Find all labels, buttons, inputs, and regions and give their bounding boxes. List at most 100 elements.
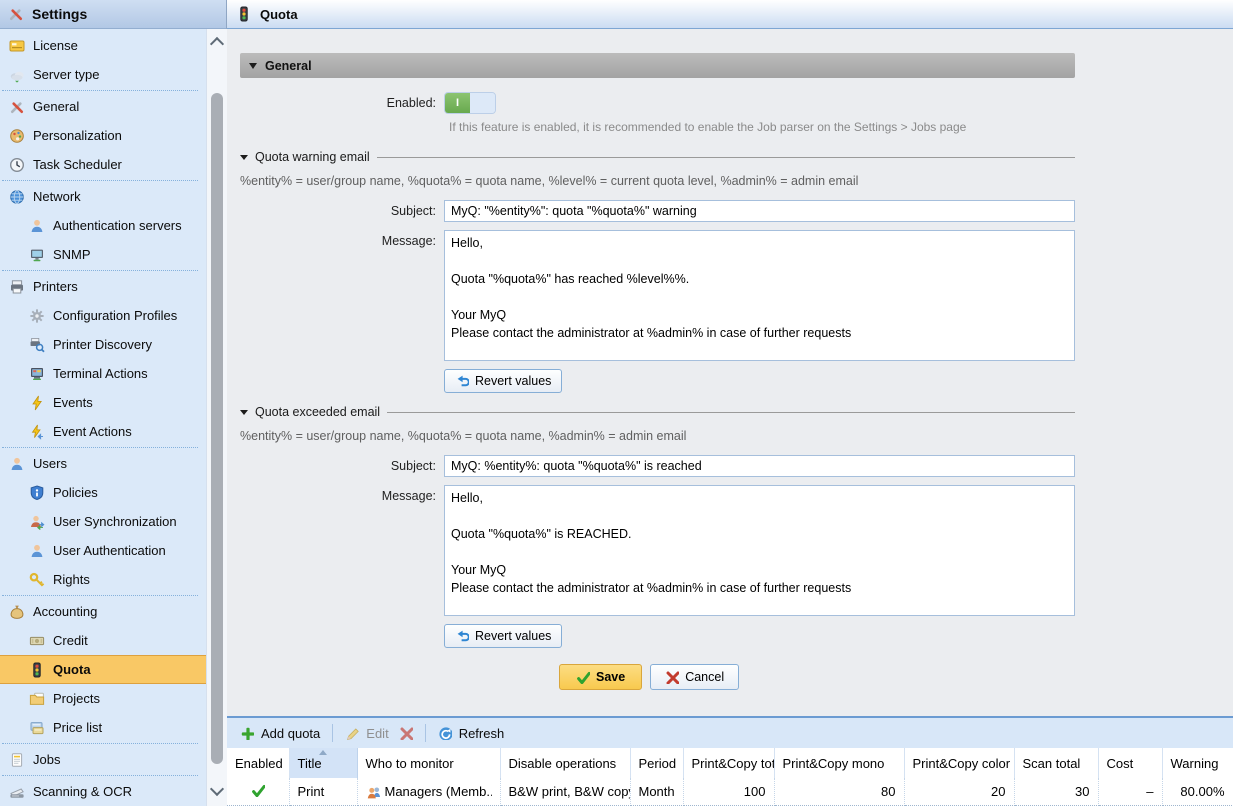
terminal-actions-icon	[29, 366, 45, 382]
exceeded-message-textarea[interactable]: Hello, Quota "%quota%" is REACHED. Your …	[444, 485, 1075, 616]
price-list-icon	[29, 720, 45, 736]
printers-icon	[9, 279, 25, 295]
sidebar-item-label: Event Actions	[53, 424, 132, 439]
exceeded-subject-input[interactable]	[444, 455, 1075, 477]
col-who-to-monitor[interactable]: Who to monitor	[357, 748, 500, 778]
cell-cost: –	[1098, 778, 1162, 806]
col-disable-operations[interactable]: Disable operations	[500, 748, 630, 778]
sidebar-item-label: Server type	[33, 67, 99, 82]
delete-x-icon	[399, 726, 413, 740]
col-print-copy-mono[interactable]: Print&Copy mono	[774, 748, 904, 778]
sidebar-item-license[interactable]: License	[0, 31, 206, 60]
sidebar-separator	[2, 180, 198, 181]
configuration-profiles-icon	[29, 308, 45, 324]
add-quota-button[interactable]: Add quota	[235, 726, 325, 741]
network-icon	[9, 189, 25, 205]
cell-print-copy-mono: 80	[774, 778, 904, 806]
license-icon	[9, 38, 25, 54]
col-print-copy-total[interactable]: Print&Copy tota	[683, 748, 774, 778]
server-type-icon	[9, 67, 25, 83]
sidebar-separator	[2, 270, 198, 271]
sidebar-item-user-authentication[interactable]: User Authentication	[0, 536, 206, 565]
delete-quota-button[interactable]	[394, 726, 418, 740]
sidebar-item-label: Events	[53, 395, 93, 410]
users-icon	[9, 456, 25, 472]
sidebar-separator	[2, 743, 198, 744]
scroll-up-arrow[interactable]	[210, 37, 224, 51]
sidebar-item-events[interactable]: Events	[0, 388, 206, 417]
scroll-down-arrow[interactable]	[210, 782, 224, 796]
enabled-toggle[interactable]: I	[444, 92, 496, 114]
edit-quota-button[interactable]: Edit	[340, 726, 393, 741]
traffic-light-icon	[236, 6, 252, 22]
cell-disable-operations: B&W print, B&W copy	[500, 778, 630, 806]
sidebar-item-printer-discovery[interactable]: Printer Discovery	[0, 330, 206, 359]
table-row[interactable]: Print Managers (Memb... B&W print, B&W c…	[227, 778, 1233, 806]
sidebar-item-price-list[interactable]: Price list	[0, 713, 206, 742]
sidebar-item-server-type[interactable]: Server type	[0, 60, 206, 89]
sidebar-separator	[2, 447, 198, 448]
warning-subject-input[interactable]	[444, 200, 1075, 222]
refresh-button[interactable]: Refresh	[433, 726, 510, 741]
user-synchronization-icon	[29, 514, 45, 530]
scrollbar-thumb[interactable]	[211, 93, 223, 764]
save-button[interactable]: Save	[559, 664, 642, 690]
sidebar-item-label: Quota	[53, 662, 91, 677]
col-warning[interactable]: Warning	[1162, 748, 1233, 778]
sidebar-item-terminal-actions[interactable]: Terminal Actions	[0, 359, 206, 388]
cell-print-copy-total: 100	[683, 778, 774, 806]
sidebar-item-network[interactable]: Network	[0, 182, 206, 211]
sidebar-item-personalization[interactable]: Personalization	[0, 121, 206, 150]
section-label: Quota warning email	[255, 150, 370, 164]
col-print-copy-color[interactable]: Print&Copy color	[904, 748, 1014, 778]
sidebar-item-label: User Authentication	[53, 543, 166, 558]
sidebar-item-credit[interactable]: Credit	[0, 626, 206, 655]
collapse-triangle-icon	[249, 63, 257, 69]
sidebar-item-users[interactable]: Users	[0, 449, 206, 478]
quota-exceeded-email-section-header[interactable]: Quota exceeded email	[240, 405, 1075, 419]
quota-warning-email-section-header[interactable]: Quota warning email	[240, 150, 1075, 164]
sidebar-item-scanning-ocr[interactable]: Scanning & OCR	[0, 777, 206, 806]
col-title[interactable]: Title	[289, 748, 357, 778]
sidebar-item-event-actions[interactable]: Event Actions	[0, 417, 206, 446]
general-icon	[9, 99, 25, 115]
scanning-ocr-icon	[9, 784, 25, 800]
enabled-check-icon	[251, 783, 265, 797]
sidebar-item-rights[interactable]: Rights	[0, 565, 206, 594]
authentication-servers-icon	[29, 218, 45, 234]
cancel-button[interactable]: Cancel	[650, 664, 739, 690]
table-header-row: Enabled Title Who to monitor Disable ope…	[227, 748, 1233, 778]
sidebar-item-projects[interactable]: Projects	[0, 684, 206, 713]
col-scan-total[interactable]: Scan total	[1014, 748, 1098, 778]
warning-message-textarea[interactable]: Hello, Quota "%quota%" has reached %leve…	[444, 230, 1075, 361]
sidebar-item-label: Rights	[53, 572, 90, 587]
col-cost[interactable]: Cost	[1098, 748, 1162, 778]
group-icon	[366, 785, 380, 799]
sidebar-item-label: Printers	[33, 279, 78, 294]
sidebar-item-label: Task Scheduler	[33, 157, 122, 172]
sidebar-item-configuration-profiles[interactable]: Configuration Profiles	[0, 301, 206, 330]
enabled-label: Enabled:	[240, 96, 444, 110]
sidebar-item-accounting[interactable]: Accounting	[0, 597, 206, 626]
sidebar-item-policies[interactable]: Policies	[0, 478, 206, 507]
exceeded-revert-values-button[interactable]: Revert values	[444, 624, 562, 648]
panel-header: Quota	[227, 0, 1233, 29]
sidebar-item-snmp[interactable]: SNMP	[0, 240, 206, 269]
sidebar-scrollbar[interactable]	[206, 29, 227, 806]
sidebar-item-printers[interactable]: Printers	[0, 272, 206, 301]
sidebar-item-authentication-servers[interactable]: Authentication servers	[0, 211, 206, 240]
sidebar-item-jobs[interactable]: Jobs	[0, 745, 206, 774]
col-period[interactable]: Period	[630, 748, 683, 778]
accounting-icon	[9, 604, 25, 620]
sidebar-item-user-synchronization[interactable]: User Synchronization	[0, 507, 206, 536]
sidebar-item-quota[interactable]: Quota	[0, 655, 206, 684]
warning-revert-values-button[interactable]: Revert values	[444, 369, 562, 393]
policies-icon	[29, 485, 45, 501]
general-section-header[interactable]: General	[240, 53, 1075, 78]
settings-sidebar: Settings License Server type General Per…	[0, 0, 226, 806]
sidebar-item-general[interactable]: General	[0, 92, 206, 121]
sidebar-item-task-scheduler[interactable]: Task Scheduler	[0, 150, 206, 179]
col-enabled[interactable]: Enabled	[227, 748, 289, 778]
sidebar-item-label: Network	[33, 189, 81, 204]
cell-who-to-monitor: Managers (Memb...	[357, 778, 500, 806]
